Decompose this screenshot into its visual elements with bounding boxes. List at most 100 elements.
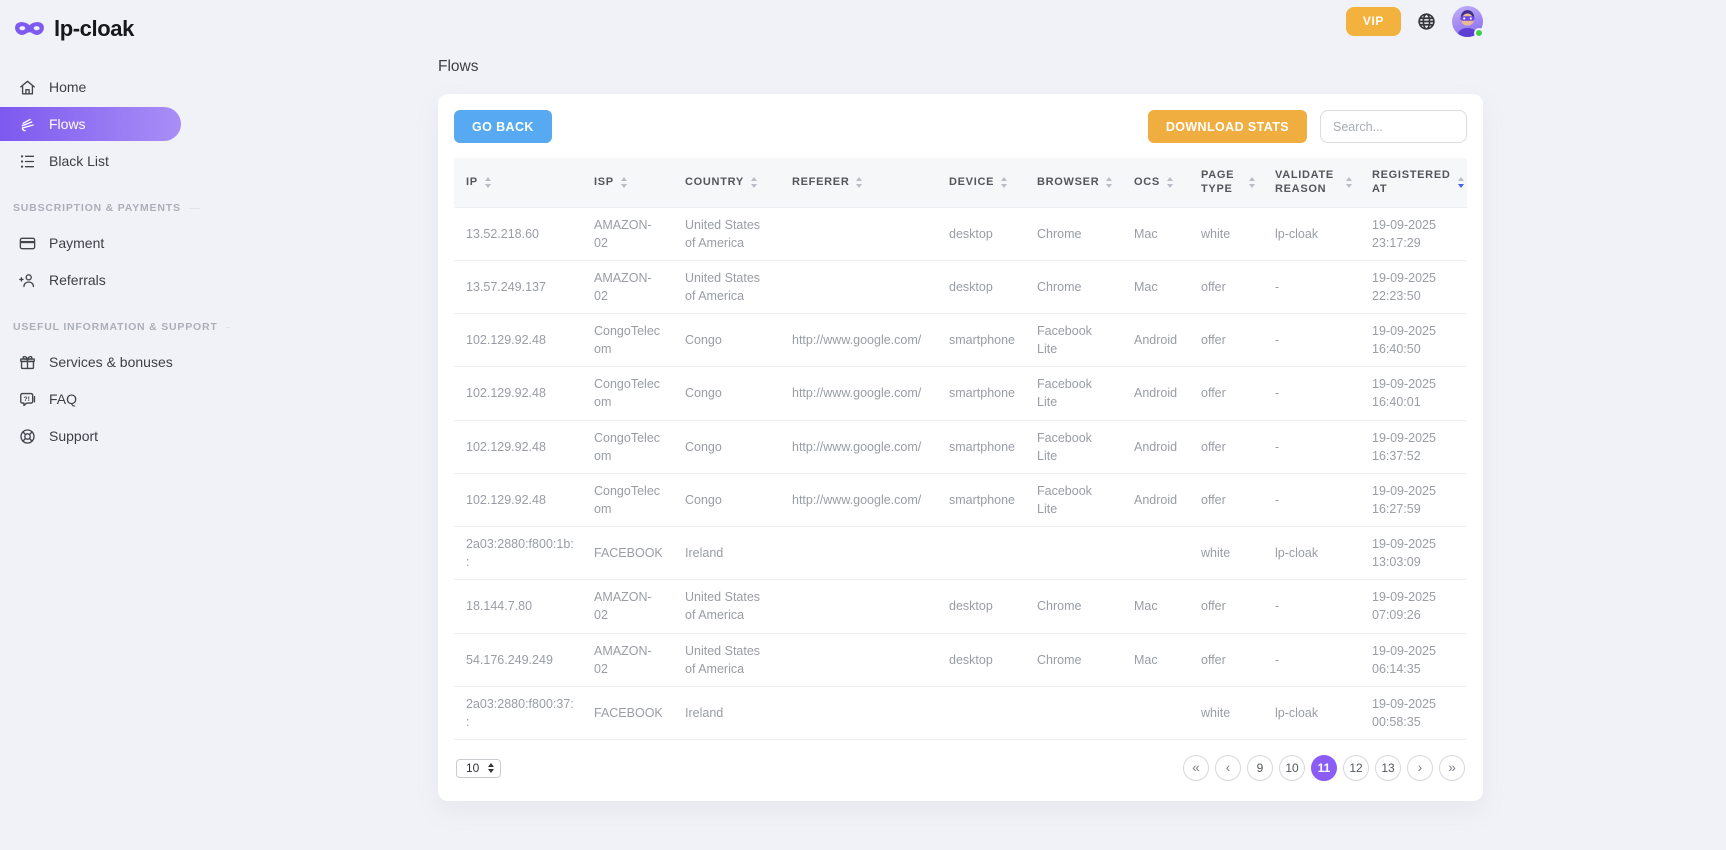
cell-browser: Facebook Lite [1027,367,1124,420]
cell-browser: Facebook Lite [1027,314,1124,367]
cell-registered: 19-09-202516:40:01 [1362,367,1467,420]
cell-isp: CongoTelecom [584,314,675,367]
cell-ip: 102.129.92.48 [454,314,584,367]
cell-device: smartphone [939,420,1027,473]
cell-ocs: Android [1124,367,1191,420]
sort-icon [856,177,862,188]
brand-logo[interactable]: lp-cloak [0,10,200,48]
cell-isp: FACEBOOK [584,527,675,580]
cell-country: United States of America [675,207,782,260]
pagination-next[interactable]: › [1407,755,1433,781]
cell-device [939,527,1027,580]
sort-icon [1346,177,1352,188]
download-stats-button[interactable]: DOWNLOAD STATS [1148,110,1307,143]
sidebar-item-referrals[interactable]: Referrals [0,263,200,297]
column-label: PAGE TYPE [1201,168,1242,197]
column-header-country[interactable]: COUNTRY [675,158,782,207]
pagination-page-11[interactable]: 11 [1311,755,1337,781]
pagination-prev[interactable]: ‹ [1215,755,1241,781]
cell-country: Ireland [675,527,782,580]
sidebar-item-support[interactable]: Support [0,419,200,453]
cell-registered: 19-09-202507:09:26 [1362,580,1467,633]
pagination-page-13[interactable]: 13 [1375,755,1401,781]
sidebar-item-black-list[interactable]: Black List [0,144,200,178]
cell-ip: 102.129.92.48 [454,367,584,420]
go-back-button[interactable]: GO BACK [454,110,552,143]
sidebar-item-services-bonuses[interactable]: Services & bonuses [0,345,200,379]
pagination-page-12[interactable]: 12 [1343,755,1369,781]
sidebar-item-label: FAQ [49,391,77,407]
search-input[interactable] [1320,110,1467,143]
pagination-last[interactable]: » [1439,755,1465,781]
card-toolbar: GO BACK DOWNLOAD STATS [454,110,1467,143]
column-header-ip[interactable]: IP [454,158,584,207]
table-row: 54.176.249.249AMAZON-02United States of … [454,633,1467,686]
pagination-page-9[interactable]: 9 [1247,755,1273,781]
sidebar-item-faq[interactable]: ?!FAQ [0,382,200,416]
cell-registered: 19-09-202513:03:09 [1362,527,1467,580]
cell-registered: 19-09-202506:14:35 [1362,633,1467,686]
page-size-select[interactable]: 10 [456,759,501,778]
cell-registered: 19-09-202516:37:52 [1362,420,1467,473]
cell-device: smartphone [939,367,1027,420]
cell-device: smartphone [939,314,1027,367]
cell-isp: AMAZON-02 [584,207,675,260]
column-header-validate_reason[interactable]: VALIDATE REASON [1265,158,1362,207]
cell-referer [782,527,939,580]
home-icon [18,78,37,97]
sort-icon [621,177,627,188]
sidebar: lp-cloak HomeFlowsBlack ListSUBSCRIPTION… [0,0,200,456]
cell-ip: 102.129.92.48 [454,473,584,526]
cell-isp: AMAZON-02 [584,633,675,686]
cell-isp: CongoTelecom [584,367,675,420]
cell-country: Congo [675,420,782,473]
flows-table: IPISPCOUNTRYREFERERDEVICEBROWSEROCS PAGE … [454,158,1467,740]
column-header-browser[interactable]: BROWSER [1027,158,1124,207]
cell-device [939,686,1027,739]
table-row: 102.129.92.48CongoTelecomCongohttp://www… [454,473,1467,526]
cell-page_type: offer [1191,367,1265,420]
cell-browser [1027,686,1124,739]
payment-icon [18,234,37,253]
blacklist-icon [18,152,37,171]
cell-ocs: Mac [1124,580,1191,633]
cell-ip: 54.176.249.249 [454,633,584,686]
pagination-page-10[interactable]: 10 [1279,755,1305,781]
cell-browser: Chrome [1027,633,1124,686]
table-row: 102.129.92.48CongoTelecomCongohttp://www… [454,367,1467,420]
column-header-referer[interactable]: REFERER [782,158,939,207]
column-header-device[interactable]: DEVICE [939,158,1027,207]
cell-country: Congo [675,473,782,526]
cell-ocs: Android [1124,473,1191,526]
sidebar-item-flows[interactable]: Flows [0,107,181,141]
cell-page_type: offer [1191,473,1265,526]
cell-ocs: Mac [1124,207,1191,260]
cell-registered: 19-09-202522:23:50 [1362,260,1467,313]
column-header-isp[interactable]: ISP [584,158,675,207]
column-header-ocs[interactable]: OCS [1124,158,1191,207]
cell-device: desktop [939,580,1027,633]
cell-browser: Chrome [1027,580,1124,633]
table-body: 13.52.218.60AMAZON-02United States of Am… [454,207,1467,740]
cell-referer [782,580,939,633]
table-row: 2a03:2880:f800:1b::FACEBOOKIrelandwhitel… [454,527,1467,580]
cell-isp: CongoTelecom [584,420,675,473]
cell-referer: http://www.google.com/ [782,314,939,367]
cell-page_type: white [1191,527,1265,580]
cell-ocs: Mac [1124,260,1191,313]
flows-icon [18,115,37,134]
cell-referer [782,633,939,686]
cell-validate_reason: lp-cloak [1265,207,1362,260]
cell-page_type: white [1191,207,1265,260]
cell-referer: http://www.google.com/ [782,420,939,473]
column-header-page_type[interactable]: PAGE TYPE [1191,158,1265,207]
column-header-registered[interactable]: REGISTERED AT [1362,158,1467,207]
cell-ocs [1124,527,1191,580]
table-row: 2a03:2880:f800:37::FACEBOOKIrelandwhitel… [454,686,1467,739]
sidebar-nav: HomeFlowsBlack ListSUBSCRIPTION & PAYMEN… [0,70,200,453]
cell-registered: 19-09-202500:58:35 [1362,686,1467,739]
sidebar-item-payment[interactable]: Payment [0,226,200,260]
sidebar-item-home[interactable]: Home [0,70,200,104]
cell-isp: AMAZON-02 [584,580,675,633]
pagination-first[interactable]: « [1183,755,1209,781]
